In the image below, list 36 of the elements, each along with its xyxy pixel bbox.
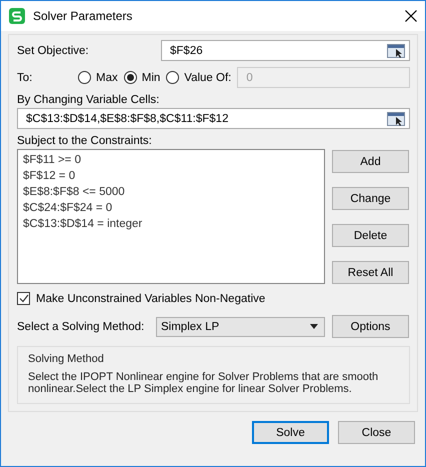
info-title: Solving Method <box>28 353 105 365</box>
info-text: Select the IPOPT Nonlinear engine for Solver Problems that are smooth nonlinear.Select the LP Simplex engine for linear Solver Problems. <box>28 371 380 395</box>
constraint-item[interactable]: $C$13:$D$14 = integer <box>23 218 319 230</box>
radio-label: Min <box>142 72 160 84</box>
field-label: Select a Solving Method: <box>17 320 146 332</box>
constraint-button[interactable]: Add <box>332 150 409 173</box>
dialog-button[interactable]: Close <box>338 421 415 444</box>
constraint-item[interactable]: $F$11 >= 0 <box>23 154 319 166</box>
field-label: By Changing Variable Cells: <box>17 94 160 106</box>
radio-button[interactable] <box>166 71 180 84</box>
options-button[interactable]: Options <box>332 315 409 338</box>
dialog-button[interactable]: Solve <box>252 421 329 444</box>
constraint-item[interactable]: $F$12 = 0 <box>23 170 319 182</box>
range-picker-icon[interactable] <box>387 44 405 58</box>
objective-field[interactable]: $F$26 <box>161 40 410 61</box>
app-logo-icon <box>9 8 25 24</box>
radio-button[interactable] <box>78 71 91 84</box>
range-picker-icon[interactable] <box>387 112 405 126</box>
constraint-item[interactable]: $C$24:$F$24 = 0 <box>23 202 319 214</box>
close-icon[interactable] <box>405 10 417 22</box>
constraint-button[interactable]: Reset All <box>332 261 409 284</box>
checkbox[interactable] <box>17 292 30 305</box>
constraint-item[interactable]: $E$8:$F$8 <= 5000 <box>23 186 319 198</box>
field-label: To: <box>17 72 34 84</box>
radio-label: Max <box>96 72 118 84</box>
constraint-button[interactable]: Change <box>332 187 409 210</box>
radio-label: Value Of: <box>184 72 232 84</box>
field-label: Set Objective: <box>17 44 90 56</box>
radio-button[interactable] <box>124 71 137 84</box>
window-title: Solver Parameters <box>33 9 134 23</box>
field-label: Subject to the Constraints: <box>17 135 153 147</box>
checkbox-label: Make Unconstrained Variables Non-Negative <box>36 292 266 304</box>
dropdown-caret-icon[interactable] <box>310 324 318 329</box>
constraint-button[interactable]: Delete <box>332 224 409 247</box>
variable-cells-field[interactable]: $C$13:$D$14,$E$8:$F$8,$C$11:$F$12 <box>17 108 410 129</box>
method-dropdown[interactable]: Simplex LP <box>156 316 325 336</box>
